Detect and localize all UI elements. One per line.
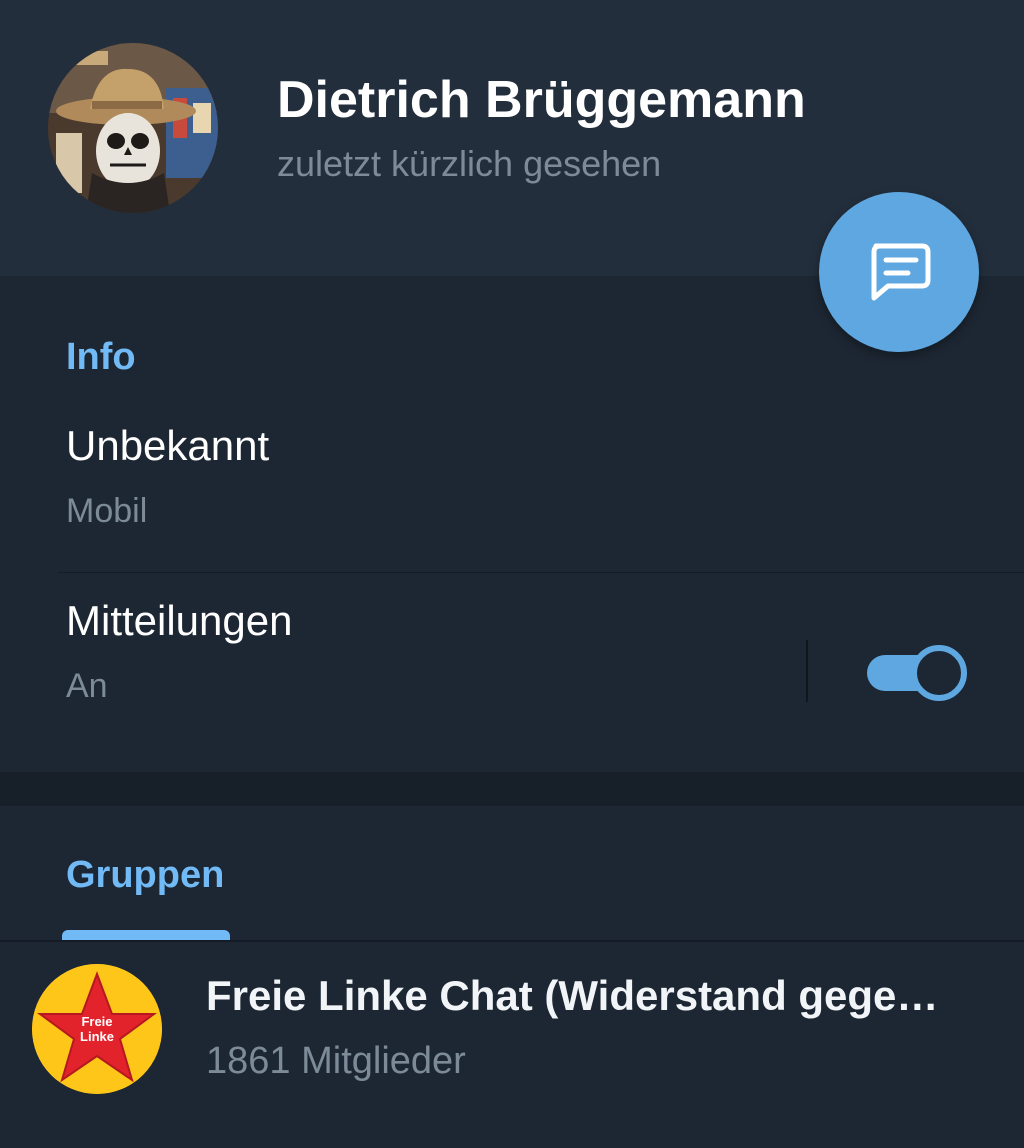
notifications-toggle[interactable] (867, 645, 967, 701)
toggle-separator (806, 640, 808, 702)
phone-row[interactable]: Unbekannt Mobil (0, 394, 1024, 572)
notifications-value: An (66, 667, 108, 705)
profile-avatar[interactable] (48, 43, 218, 213)
group-member-count: 1861 Mitglieder (206, 1040, 466, 1082)
phone-value: Unbekannt (66, 422, 270, 469)
notifications-label: Mitteilungen (66, 597, 293, 644)
group-avatar: Freie Linke (32, 964, 162, 1094)
group-list-item[interactable]: Freie Linke Freie Linke Chat (Widerstand… (0, 942, 1024, 1148)
profile-page: Dietrich Brüggemann zuletzt kürzlich ges… (0, 0, 1024, 1148)
group-avatar-text-1: Freie (81, 1014, 112, 1029)
profile-name: Dietrich Brüggemann (277, 71, 806, 129)
red-star-icon: Freie Linke (32, 964, 162, 1094)
info-section-title: Info (66, 336, 136, 378)
profile-status: zuletzt kürzlich gesehen (277, 143, 662, 184)
tab-groups[interactable]: Gruppen (62, 806, 232, 941)
avatar-photo-icon (48, 43, 218, 213)
section-gap (0, 772, 1024, 806)
message-icon (871, 243, 931, 301)
group-avatar-text-2: Linke (80, 1029, 114, 1044)
toggle-knob (911, 645, 967, 701)
tab-groups-label: Gruppen (66, 854, 225, 896)
group-name: Freie Linke Chat (Widerstand gege… (206, 972, 939, 1019)
send-message-button[interactable] (819, 192, 979, 352)
phone-label: Mobil (66, 492, 148, 530)
tab-active-indicator (62, 930, 230, 940)
